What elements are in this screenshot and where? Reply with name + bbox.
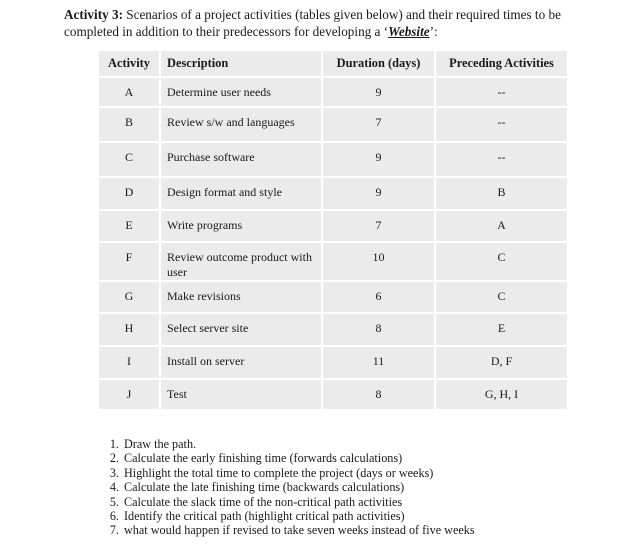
task-item: Identify the critical path (highlight cr… (122, 509, 562, 523)
table-row: F Review outcome product with user 10 C (99, 243, 567, 280)
activity-cell: C (99, 143, 159, 176)
preceding-cell: D, F (436, 347, 567, 378)
activity-cell: A (99, 78, 159, 106)
table-row: I Install on server 11 D, F (99, 347, 567, 378)
preceding-cell: A (436, 211, 567, 241)
description-cell: Purchase software (161, 143, 321, 176)
activities-table: Activity Description Duration (days) Pre… (97, 49, 569, 411)
intro-text: Scenarios of a project activities (table… (64, 7, 561, 39)
task-list: Draw the path.Calculate the early finish… (104, 437, 562, 538)
activity-cell: G (99, 282, 159, 312)
activity-cell: I (99, 347, 159, 378)
table-row: J Test 8 G, H, I (99, 380, 567, 409)
activity-cell: J (99, 380, 159, 409)
preceding-cell: C (436, 282, 567, 312)
task-item: Calculate the early finishing time (forw… (122, 451, 562, 465)
description-cell: Review outcome product with user (161, 243, 321, 280)
table-row: C Purchase software 9 -- (99, 143, 567, 176)
website-term: Website (388, 24, 430, 39)
table-row: H Select server site 8 E (99, 314, 567, 345)
duration-cell: 6 (323, 282, 434, 312)
task-item: Draw the path. (122, 437, 562, 451)
header-description: Description (161, 51, 321, 76)
table-row: G Make revisions 6 C (99, 282, 567, 312)
description-cell: Review s/w and languages (161, 108, 321, 141)
task-item: what would happen if revised to take sev… (122, 523, 562, 537)
task-item: Highlight the total time to complete the… (122, 466, 562, 480)
description-cell: Design format and style (161, 178, 321, 209)
activity-intro: Activity 3: Scenarios of a project activ… (64, 6, 604, 40)
activity-cell: E (99, 211, 159, 241)
preceding-cell: B (436, 178, 567, 209)
intro-text-end: ’: (429, 24, 438, 39)
description-cell: Make revisions (161, 282, 321, 312)
activity-cell: H (99, 314, 159, 345)
header-duration: Duration (days) (323, 51, 434, 76)
duration-cell: 7 (323, 108, 434, 141)
duration-cell: 10 (323, 243, 434, 280)
duration-cell: 8 (323, 380, 434, 409)
preceding-cell: -- (436, 78, 567, 106)
description-cell: Determine user needs (161, 78, 321, 106)
duration-cell: 9 (323, 178, 434, 209)
header-preceding: Preceding Activities (436, 51, 567, 76)
duration-cell: 9 (323, 78, 434, 106)
table-row: D Design format and style 9 B (99, 178, 567, 209)
task-item: Calculate the slack time of the non-crit… (122, 495, 562, 509)
duration-cell: 7 (323, 211, 434, 241)
description-cell: Select server site (161, 314, 321, 345)
task-item: Calculate the late finishing time (backw… (122, 480, 562, 494)
table-row: E Write programs 7 A (99, 211, 567, 241)
activity-cell: F (99, 243, 159, 280)
preceding-cell: -- (436, 143, 567, 176)
description-cell: Install on server (161, 347, 321, 378)
header-activity: Activity (99, 51, 159, 76)
preceding-cell: G, H, I (436, 380, 567, 409)
preceding-cell: C (436, 243, 567, 280)
activity-cell: D (99, 178, 159, 209)
preceding-cell: E (436, 314, 567, 345)
duration-cell: 8 (323, 314, 434, 345)
description-cell: Test (161, 380, 321, 409)
duration-cell: 9 (323, 143, 434, 176)
table-header-row: Activity Description Duration (days) Pre… (99, 51, 567, 76)
table-row: A Determine user needs 9 -- (99, 78, 567, 106)
activity-label: Activity 3: (64, 7, 123, 22)
activity-cell: B (99, 108, 159, 141)
description-cell: Write programs (161, 211, 321, 241)
duration-cell: 11 (323, 347, 434, 378)
preceding-cell: -- (436, 108, 567, 141)
table-row: B Review s/w and languages 7 -- (99, 108, 567, 141)
